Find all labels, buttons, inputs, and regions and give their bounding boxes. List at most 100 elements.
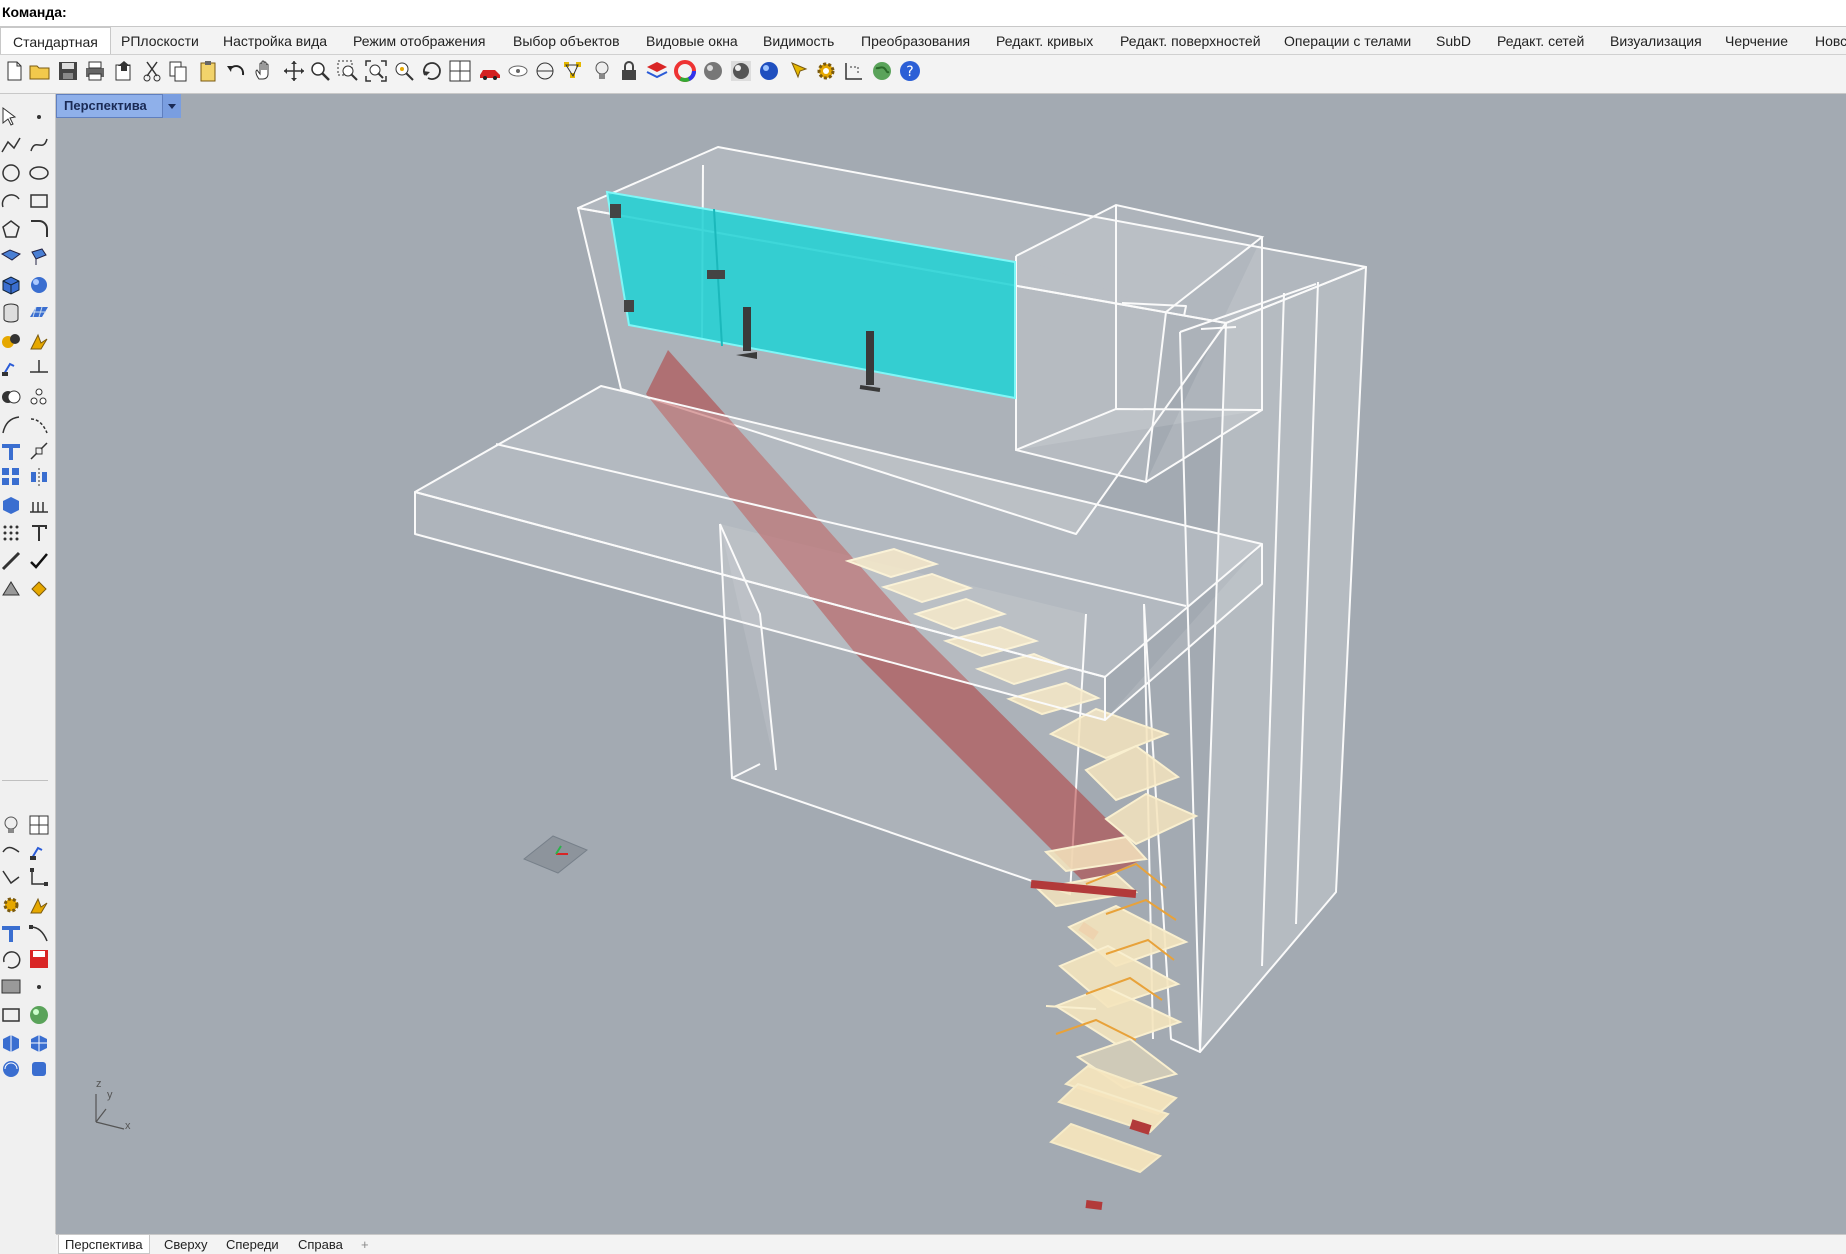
tab-solid-tools[interactable]: Операции с телами: [1284, 33, 1411, 49]
boolean-union-icon[interactable]: [0, 386, 22, 408]
polyline-icon[interactable]: [0, 134, 22, 156]
tab-mesh-tools[interactable]: Редакт. сетей: [1497, 33, 1584, 49]
color-wheel-icon[interactable]: [673, 59, 697, 83]
array-icon[interactable]: [0, 466, 22, 488]
trim-icon[interactable]: [0, 414, 22, 436]
transform-icon[interactable]: [28, 330, 50, 352]
mesh-icon[interactable]: [28, 302, 50, 324]
group-icon[interactable]: [28, 386, 50, 408]
point-icon[interactable]: [28, 106, 50, 128]
analyze-icon[interactable]: [0, 356, 22, 378]
curve-icon[interactable]: [28, 134, 50, 156]
arc-icon[interactable]: [0, 190, 22, 212]
block-icon[interactable]: [0, 494, 22, 516]
analyze-direction-icon[interactable]: [28, 840, 50, 862]
copy-icon[interactable]: [166, 59, 190, 83]
surface-icon[interactable]: [0, 246, 22, 268]
rendered-sphere-icon[interactable]: [729, 59, 753, 83]
pan-hand-icon[interactable]: [252, 59, 276, 83]
layer-icon[interactable]: [645, 59, 669, 83]
join-icon[interactable]: [28, 440, 50, 462]
new-file-icon[interactable]: [2, 59, 26, 83]
import-icon[interactable]: [112, 59, 136, 83]
undo-icon[interactable]: [224, 59, 248, 83]
light-icon[interactable]: [590, 59, 614, 83]
tab-surface-tools[interactable]: Редакт. поверхностей: [1120, 33, 1261, 49]
contour-icon[interactable]: [28, 1032, 50, 1054]
layer-tools-icon[interactable]: [0, 578, 22, 600]
globe-icon[interactable]: [870, 59, 894, 83]
help-icon[interactable]: ?: [898, 59, 922, 83]
mirror-icon[interactable]: [28, 466, 50, 488]
polygon-icon[interactable]: [0, 218, 22, 240]
small-point-icon[interactable]: [28, 976, 50, 998]
environment-icon[interactable]: [28, 1004, 50, 1026]
tab-visibility[interactable]: Видимость: [763, 33, 834, 49]
view-tab-perspective[interactable]: Перспектива: [58, 1235, 150, 1254]
line-icon[interactable]: [0, 866, 22, 888]
cap-icon[interactable]: [28, 1058, 50, 1080]
rotate-icon[interactable]: [0, 948, 22, 970]
blend-curve-icon[interactable]: [0, 840, 22, 862]
select-points-icon[interactable]: [561, 59, 585, 83]
perspective-viewport[interactable]: Перспектива z y x: [56, 94, 1846, 1234]
shaded-sphere-icon[interactable]: [701, 59, 725, 83]
tab-render[interactable]: Визуализация: [1610, 33, 1702, 49]
rectangle-icon[interactable]: [28, 190, 50, 212]
box-icon[interactable]: [0, 274, 22, 296]
corner-icon[interactable]: [28, 866, 50, 888]
cplane-icon[interactable]: [533, 59, 557, 83]
select-arrow-icon[interactable]: [0, 106, 22, 128]
check-icon[interactable]: [28, 550, 50, 572]
four-view-icon[interactable]: [28, 814, 50, 836]
text-icon[interactable]: [28, 522, 50, 544]
gumball-icon[interactable]: [28, 894, 50, 916]
rotate-view-icon[interactable]: [420, 59, 444, 83]
zoom-extents-icon[interactable]: [364, 59, 388, 83]
viewport-layout-icon[interactable]: [448, 59, 472, 83]
model-scene[interactable]: [56, 94, 1846, 1234]
lock-icon[interactable]: [617, 59, 641, 83]
dimension-tool-icon[interactable]: [28, 356, 50, 378]
frame-icon[interactable]: [0, 1004, 22, 1026]
tab-cplanes[interactable]: РПлоскости: [121, 33, 199, 49]
tab-curve-tools[interactable]: Редакт. кривых: [996, 33, 1093, 49]
tab-standard[interactable]: Стандартная: [0, 27, 111, 54]
section-icon[interactable]: [28, 494, 50, 516]
explode-icon[interactable]: [0, 440, 22, 462]
zoom-selected-icon[interactable]: [392, 59, 416, 83]
hide-icon[interactable]: [506, 59, 530, 83]
print-icon[interactable]: [83, 59, 107, 83]
render-icon[interactable]: [757, 59, 781, 83]
tab-set-view[interactable]: Настройка вида: [223, 33, 327, 49]
tab-select[interactable]: Выбор объектов: [513, 33, 620, 49]
display-icon[interactable]: [0, 976, 22, 998]
cylinder-icon[interactable]: [0, 302, 22, 324]
view-tab-front[interactable]: Спереди: [226, 1237, 279, 1252]
tab-drafting[interactable]: Черчение: [1725, 33, 1788, 49]
cplane-tools-icon[interactable]: [0, 922, 22, 944]
tab-display[interactable]: Режим отображения: [353, 33, 485, 49]
sphere-icon[interactable]: [28, 274, 50, 296]
car-icon[interactable]: [478, 59, 502, 83]
measure-icon[interactable]: [0, 550, 22, 572]
zoom-icon[interactable]: [308, 59, 332, 83]
viewport-title[interactable]: Перспектива: [56, 94, 174, 118]
open-folder-icon[interactable]: [28, 59, 52, 83]
fillet-icon[interactable]: [28, 218, 50, 240]
tab-transform[interactable]: Преобразования: [861, 33, 970, 49]
curve-point-icon[interactable]: [28, 922, 50, 944]
viewport-menu-chevron-icon[interactable]: [162, 94, 181, 118]
view-tab-top[interactable]: Сверху: [164, 1237, 207, 1252]
ellipse-icon[interactable]: [28, 162, 50, 184]
settings-gear-icon[interactable]: [814, 59, 838, 83]
cut-icon[interactable]: [140, 59, 164, 83]
view-tab-right[interactable]: Справа: [298, 1237, 343, 1252]
save-small-icon[interactable]: [28, 948, 50, 970]
zoom-window-icon[interactable]: [336, 59, 360, 83]
tab-subd[interactable]: SubD: [1436, 33, 1471, 49]
move-icon[interactable]: [282, 59, 306, 83]
paste-icon[interactable]: [196, 59, 220, 83]
save-icon[interactable]: [56, 59, 80, 83]
circle-icon[interactable]: [0, 162, 22, 184]
